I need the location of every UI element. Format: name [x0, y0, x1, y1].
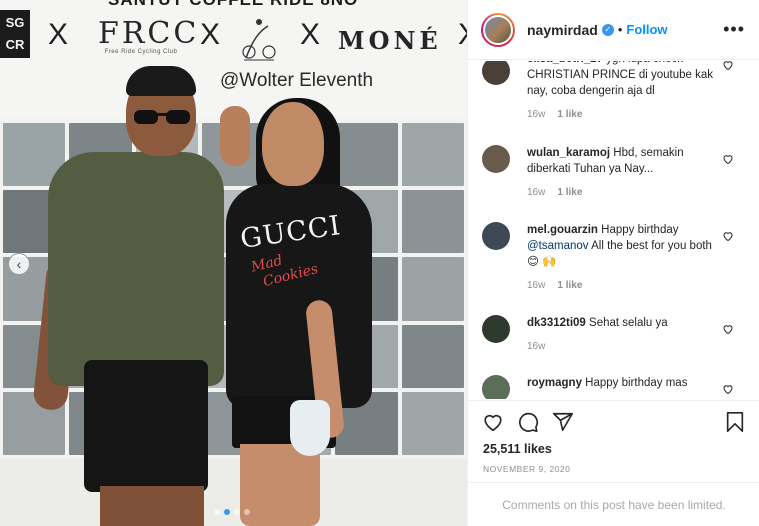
comment-time[interactable]: 16w: [527, 109, 545, 120]
comment-avatar[interactable]: [482, 145, 510, 173]
man-hair: [126, 66, 196, 96]
comment-like-count[interactable]: 1 like: [557, 109, 582, 120]
action-icons-row: [482, 411, 746, 435]
post-actions: 25,511 likes NOVEMBER 9, 2020 Comments o…: [468, 400, 759, 526]
comments-limited-notice: Comments on this post have been limited.: [468, 482, 759, 526]
post-sidebar: naymirdad ✓ • Follow ••• elisa_betri_27 …: [467, 0, 759, 526]
frcc-logo: FRCC Free Ride Cycling Club: [98, 16, 200, 55]
cyclist-logo: [242, 19, 276, 61]
mone-logo: MONÉ: [338, 26, 442, 55]
comment-time[interactable]: 16w: [527, 341, 545, 352]
carousel-dot: [244, 509, 250, 515]
comment-text: ygn lupa check CHRISTIAN PRINCE di youtu…: [527, 61, 713, 97]
comment-username[interactable]: mel.gouarzin: [527, 224, 598, 236]
comment-like-count[interactable]: 1 like: [557, 280, 582, 291]
comment-username[interactable]: dk3312ti09: [527, 317, 586, 329]
comment-text: Happy birthday: [601, 224, 679, 236]
comment-time[interactable]: 16w: [527, 280, 545, 291]
carousel-dot: [224, 509, 230, 515]
logo-separator: X: [200, 18, 221, 51]
comment-text: Happy birthday mas: [585, 377, 688, 389]
shirt-print: GUCCI Mad Cookies: [238, 210, 356, 290]
comment-heart-icon[interactable]: [722, 323, 734, 335]
comment-mention[interactable]: @tsamanov: [527, 240, 589, 252]
man-cycling-jersey: [48, 152, 224, 386]
frcc-logo-text: FRCC: [98, 16, 200, 51]
banner-title: SANTUY COFFEE RIDE 8NO: [108, 0, 358, 10]
sponsor-banner: [0, 0, 467, 118]
sgcr-logo: SG CR: [0, 10, 30, 58]
logo-separator: X: [300, 18, 321, 51]
floor: [0, 458, 467, 526]
post-header: naymirdad ✓ • Follow •••: [468, 0, 759, 60]
comment-heart-icon[interactable]: [722, 230, 734, 242]
profile-avatar[interactable]: [481, 12, 515, 47]
post-date[interactable]: NOVEMBER 9, 2020: [483, 464, 570, 474]
sunglasses: [134, 110, 190, 124]
woman-legs: [240, 444, 320, 526]
header-separator: •: [617, 22, 623, 37]
carousel-prev-button[interactable]: ‹: [8, 253, 30, 275]
comment-username[interactable]: elisa_betri_27: [527, 61, 603, 65]
man-legs: [100, 486, 204, 526]
comment-icon[interactable]: [517, 411, 539, 433]
comment-time[interactable]: 16w: [527, 187, 545, 198]
logo-separator: X: [458, 18, 467, 52]
comment-heart-icon[interactable]: [722, 153, 734, 165]
comment-avatar[interactable]: [482, 315, 510, 343]
comment-avatar[interactable]: [482, 61, 510, 85]
share-icon[interactable]: [552, 411, 574, 433]
peace-sign-hand: [220, 106, 250, 166]
comment-avatar[interactable]: [482, 375, 510, 399]
comment-list[interactable]: elisa_betri_27 ygn lupa check CHRISTIAN …: [468, 61, 759, 399]
verified-badge-icon: ✓: [601, 23, 614, 36]
comment-like-count[interactable]: 1 like: [557, 187, 582, 198]
frcc-logo-subtitle: Free Ride Cycling Club: [104, 49, 178, 55]
logo-separator: X: [48, 18, 69, 51]
comment-username[interactable]: wulan_karamoj: [527, 147, 610, 159]
comment-avatar[interactable]: [482, 222, 510, 250]
face-mask: [290, 400, 330, 456]
likes-count[interactable]: 25,511 likes: [483, 442, 552, 456]
comment-heart-icon[interactable]: [722, 61, 734, 71]
post-photo[interactable]: SANTUY COFFEE RIDE 8NO SG CR X FRCC Free…: [0, 0, 467, 526]
comment-username[interactable]: roymagny: [527, 377, 582, 389]
banner-handle: @Wolter Eleventh: [220, 70, 374, 91]
comment-heart-icon[interactable]: [722, 383, 734, 395]
follow-button[interactable]: Follow: [626, 22, 667, 37]
profile-username[interactable]: naymirdad: [527, 22, 598, 38]
woman-face: [262, 102, 324, 186]
carousel-dot: [214, 509, 220, 515]
carousel-dots: [214, 509, 250, 515]
man-cycling-shorts: [84, 360, 208, 492]
more-options-icon[interactable]: •••: [723, 20, 745, 38]
comment-text: Sehat selalu ya: [589, 317, 668, 329]
bookmark-icon[interactable]: [724, 411, 746, 433]
heart-icon[interactable]: [482, 411, 504, 433]
carousel-dot: [234, 509, 240, 515]
